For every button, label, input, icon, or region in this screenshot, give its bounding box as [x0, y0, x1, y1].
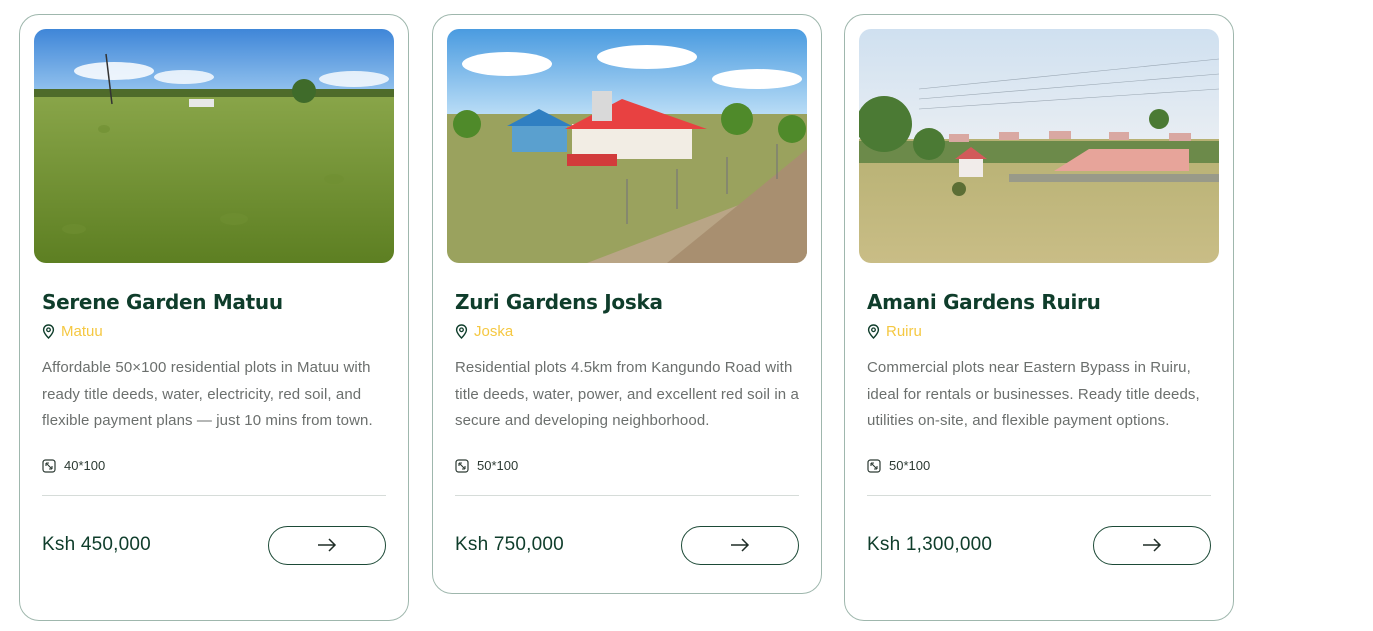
divider — [42, 494, 386, 496]
location-label: Ruiru — [886, 322, 922, 340]
listing-location: Joska — [455, 321, 799, 341]
listing-description: Affordable 50×100 residential plots in M… — [42, 359, 373, 429]
listing-size: 50*100 — [867, 457, 1211, 475]
listing-description: Commercial plots near Eastern Bypass in … — [867, 359, 1200, 429]
divider — [867, 494, 1211, 496]
arrow-right-icon — [318, 538, 337, 552]
listing-title: Serene Garden Matuu — [42, 290, 283, 314]
location-label: Matuu — [61, 322, 103, 340]
listing-card[interactable]: Zuri Gardens Joska Joska Residential plo… — [432, 14, 822, 594]
listing-price: Ksh 450,000 — [42, 534, 151, 555]
size-label: 50*100 — [477, 458, 519, 473]
listing-title: Amani Gardens Ruiru — [867, 290, 1101, 314]
listing-size: 50*100 — [455, 457, 799, 475]
map-pin-icon — [867, 323, 880, 339]
map-pin-icon — [455, 323, 468, 339]
map-pin-icon — [42, 323, 55, 339]
size-label: 50*100 — [889, 458, 931, 473]
listing-photo[interactable] — [447, 29, 807, 263]
view-listing-button[interactable] — [681, 525, 799, 565]
listing-size: 40*100 — [42, 457, 386, 475]
size-label: 40*100 — [64, 458, 106, 473]
listing-card[interactable]: Amani Gardens Ruiru Ruiru Commercial plo… — [844, 14, 1234, 621]
view-listing-button[interactable] — [268, 525, 386, 565]
view-listing-button[interactable] — [1093, 525, 1211, 565]
arrow-right-icon — [731, 538, 750, 552]
listing-card[interactable]: Serene Garden Matuu Matuu Affordable 50×… — [19, 14, 409, 621]
location-label: Joska — [474, 322, 514, 340]
listing-price: Ksh 1,300,000 — [867, 534, 993, 555]
listing-title: Zuri Gardens Joska — [455, 290, 663, 314]
resize-icon — [867, 458, 881, 473]
resize-icon — [42, 458, 56, 473]
arrow-right-icon — [1143, 538, 1162, 552]
listing-price: Ksh 750,000 — [455, 534, 564, 555]
listing-location: Matuu — [42, 321, 386, 341]
divider — [455, 494, 799, 496]
listing-photo[interactable] — [859, 29, 1219, 263]
listing-location: Ruiru — [867, 321, 1211, 341]
listing-photo[interactable] — [34, 29, 394, 263]
listing-description: Residential plots 4.5km from Kangundo Ro… — [455, 359, 799, 429]
resize-icon — [455, 458, 469, 473]
